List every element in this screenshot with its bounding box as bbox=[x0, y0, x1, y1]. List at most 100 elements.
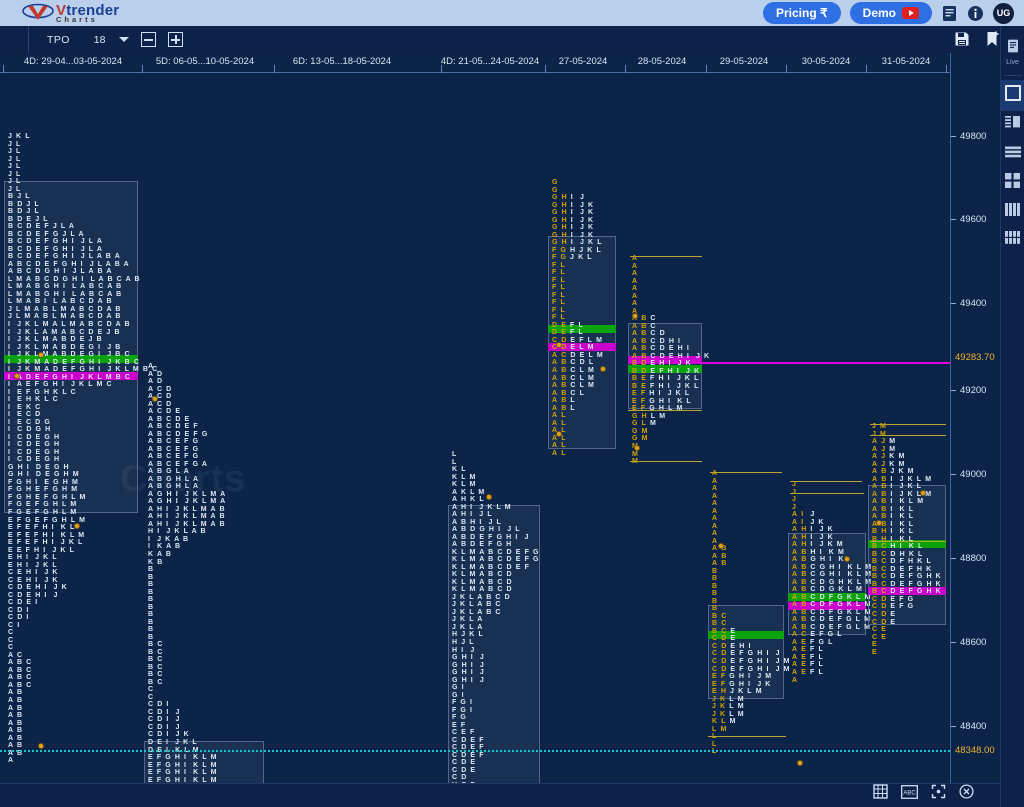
zoom-in-button[interactable] bbox=[168, 32, 184, 47]
tpo-row: A bbox=[632, 277, 639, 285]
chart-canvas[interactable]: 4D: 29-04...03-05-2024 5D: 06-05...10-05-… bbox=[0, 53, 950, 807]
tpo-row: B C D E F G H I J L A bbox=[8, 238, 103, 246]
tpo-row: A B C bbox=[8, 666, 33, 674]
tpo-row: I A D E F G H I J K L M B C bbox=[8, 373, 132, 381]
tpo-row: G H I J bbox=[452, 669, 485, 677]
tpo-row: I C D E G H bbox=[8, 441, 61, 449]
tpo-row: A C D E L M bbox=[552, 351, 604, 359]
tpo-row: L M A B G H I L A B C A B bbox=[8, 283, 123, 291]
tpo-row: A J K M bbox=[872, 460, 906, 468]
tpo-row: E F E F H I J K L bbox=[8, 539, 84, 547]
tpo-row: A B C D G K L M bbox=[792, 586, 863, 594]
zoom-out-button[interactable] bbox=[141, 32, 157, 47]
tpo-row: B C D E F G H I J L A bbox=[8, 245, 103, 253]
tpo-row: A C D bbox=[148, 385, 173, 393]
rail-item-split-view[interactable] bbox=[1001, 111, 1024, 140]
tpo-row: A B C E F G A bbox=[148, 460, 209, 468]
rail-item-single-view[interactable] bbox=[1000, 80, 1024, 111]
tpo-row: A H I J K M bbox=[792, 541, 844, 549]
tpo-row: A bbox=[632, 270, 639, 278]
tpo-row: C D I J bbox=[148, 716, 181, 724]
tpo-row: C D E bbox=[872, 611, 897, 618]
tpo-row: B C bbox=[148, 641, 164, 649]
tpo-row: A B C D E H I J K bbox=[632, 352, 711, 360]
tpo-row: B C E bbox=[712, 627, 737, 635]
demo-button[interactable]: Demo bbox=[849, 2, 932, 24]
tpo-row: F G H I E G H M bbox=[8, 478, 79, 486]
tpo-row: E F G H I J M bbox=[712, 673, 773, 681]
rail-item-grid-view[interactable] bbox=[1001, 168, 1024, 198]
price-axis[interactable]: 49800 49600 49400 49200 49000 48800 48600 48400… bbox=[950, 53, 1000, 807]
price-tick bbox=[951, 303, 956, 304]
tpo-row: C D E F G H I J bbox=[712, 650, 781, 658]
session-range-line bbox=[790, 481, 862, 482]
tpo-row: A B C D bbox=[632, 330, 666, 338]
tpo-row: A E F L bbox=[792, 661, 824, 669]
tpo-row: B bbox=[148, 618, 155, 626]
tpo-row: A B D G H I J L bbox=[452, 526, 521, 534]
tpo-row: C D E H I bbox=[712, 642, 752, 650]
info-icon[interactable] bbox=[967, 5, 984, 22]
tpo-row: A B bbox=[8, 719, 24, 727]
crosshair-icon[interactable] bbox=[931, 784, 946, 804]
tpo-row: J K L M bbox=[712, 695, 745, 703]
grid-icon[interactable] bbox=[873, 784, 888, 804]
single-print-marker bbox=[152, 396, 158, 402]
rail-item-columns-view[interactable] bbox=[1001, 198, 1024, 226]
tpo-row: A D bbox=[148, 370, 164, 378]
tpo-row: C D E H I J bbox=[8, 591, 59, 599]
chevron-down-icon[interactable] bbox=[119, 37, 130, 42]
date-header-label: 30-05-2024 bbox=[801, 56, 851, 67]
right-sidebar: Live bbox=[1000, 26, 1024, 807]
tpo-row: A H I J L bbox=[452, 511, 493, 519]
app-logo[interactable]: Vtrender Charts bbox=[22, 3, 119, 24]
rail-item-live[interactable]: Live bbox=[1001, 34, 1024, 71]
price-tick-label: 48400 bbox=[960, 721, 987, 732]
tpo-row: A bbox=[712, 522, 719, 530]
pricing-button[interactable]: Pricing ₹ bbox=[763, 2, 841, 24]
tpo-row: C D I bbox=[8, 606, 30, 614]
tpo-row: A B L bbox=[552, 404, 576, 412]
tpo-row: I C D G H bbox=[8, 426, 52, 434]
tpo-row: A B C D E F G L M bbox=[792, 623, 872, 631]
tpo-period-value[interactable]: 18 bbox=[94, 34, 106, 46]
tpo-row: A C bbox=[8, 651, 24, 659]
tpo-row: A bbox=[632, 300, 639, 308]
tpo-row: A B C D G H I J L A B A bbox=[8, 268, 113, 276]
session-range-line bbox=[790, 493, 864, 494]
tpo-row: G bbox=[552, 179, 559, 186]
date-axis-tick bbox=[866, 65, 867, 73]
tpo-row: B D E H I J K bbox=[632, 360, 692, 368]
tpo-row: A C D E bbox=[148, 408, 182, 416]
tpo-row: A B C D E F bbox=[148, 423, 199, 431]
rail-item-table-view[interactable] bbox=[1001, 226, 1024, 254]
avatar[interactable]: UG bbox=[993, 2, 1014, 24]
close-circle-icon[interactable] bbox=[959, 784, 974, 804]
rail-item-rows-view[interactable] bbox=[1001, 140, 1024, 168]
tpo-row: A H I J K L M bbox=[452, 503, 512, 511]
tpo-row: A J K M bbox=[872, 453, 906, 461]
abc-icon[interactable]: ABC bbox=[901, 784, 918, 804]
tpo-row: C D I bbox=[148, 701, 170, 709]
tpo-row: E bbox=[872, 648, 878, 656]
tpo-row: A bbox=[712, 507, 719, 515]
tpo-row: A B C D E F G L M bbox=[792, 616, 872, 624]
tpo-row: C D E bbox=[452, 759, 477, 767]
tpo-row: G H I J bbox=[452, 676, 485, 684]
tpo-row: B D J L bbox=[8, 200, 40, 208]
date-axis-tick bbox=[946, 65, 947, 73]
tpo-row: A B bbox=[8, 712, 24, 720]
tpo-row: A B L bbox=[552, 397, 576, 405]
tpo-row: B C bbox=[148, 671, 164, 679]
tpo-row: A bbox=[712, 515, 719, 523]
save-icon[interactable] bbox=[954, 31, 971, 48]
notes-icon[interactable] bbox=[941, 5, 958, 22]
document-icon bbox=[1006, 39, 1020, 58]
tpo-row: A B C D F G K L M bbox=[792, 593, 872, 601]
tpo-row: C bbox=[8, 644, 15, 652]
tpo-row: A C E F G L bbox=[792, 631, 843, 639]
single-print-marker bbox=[556, 431, 562, 437]
tpo-row: J K L M bbox=[712, 710, 745, 718]
tpo-row: E H J K L M bbox=[712, 688, 763, 696]
tpo-row: B C D H K L bbox=[872, 550, 924, 558]
